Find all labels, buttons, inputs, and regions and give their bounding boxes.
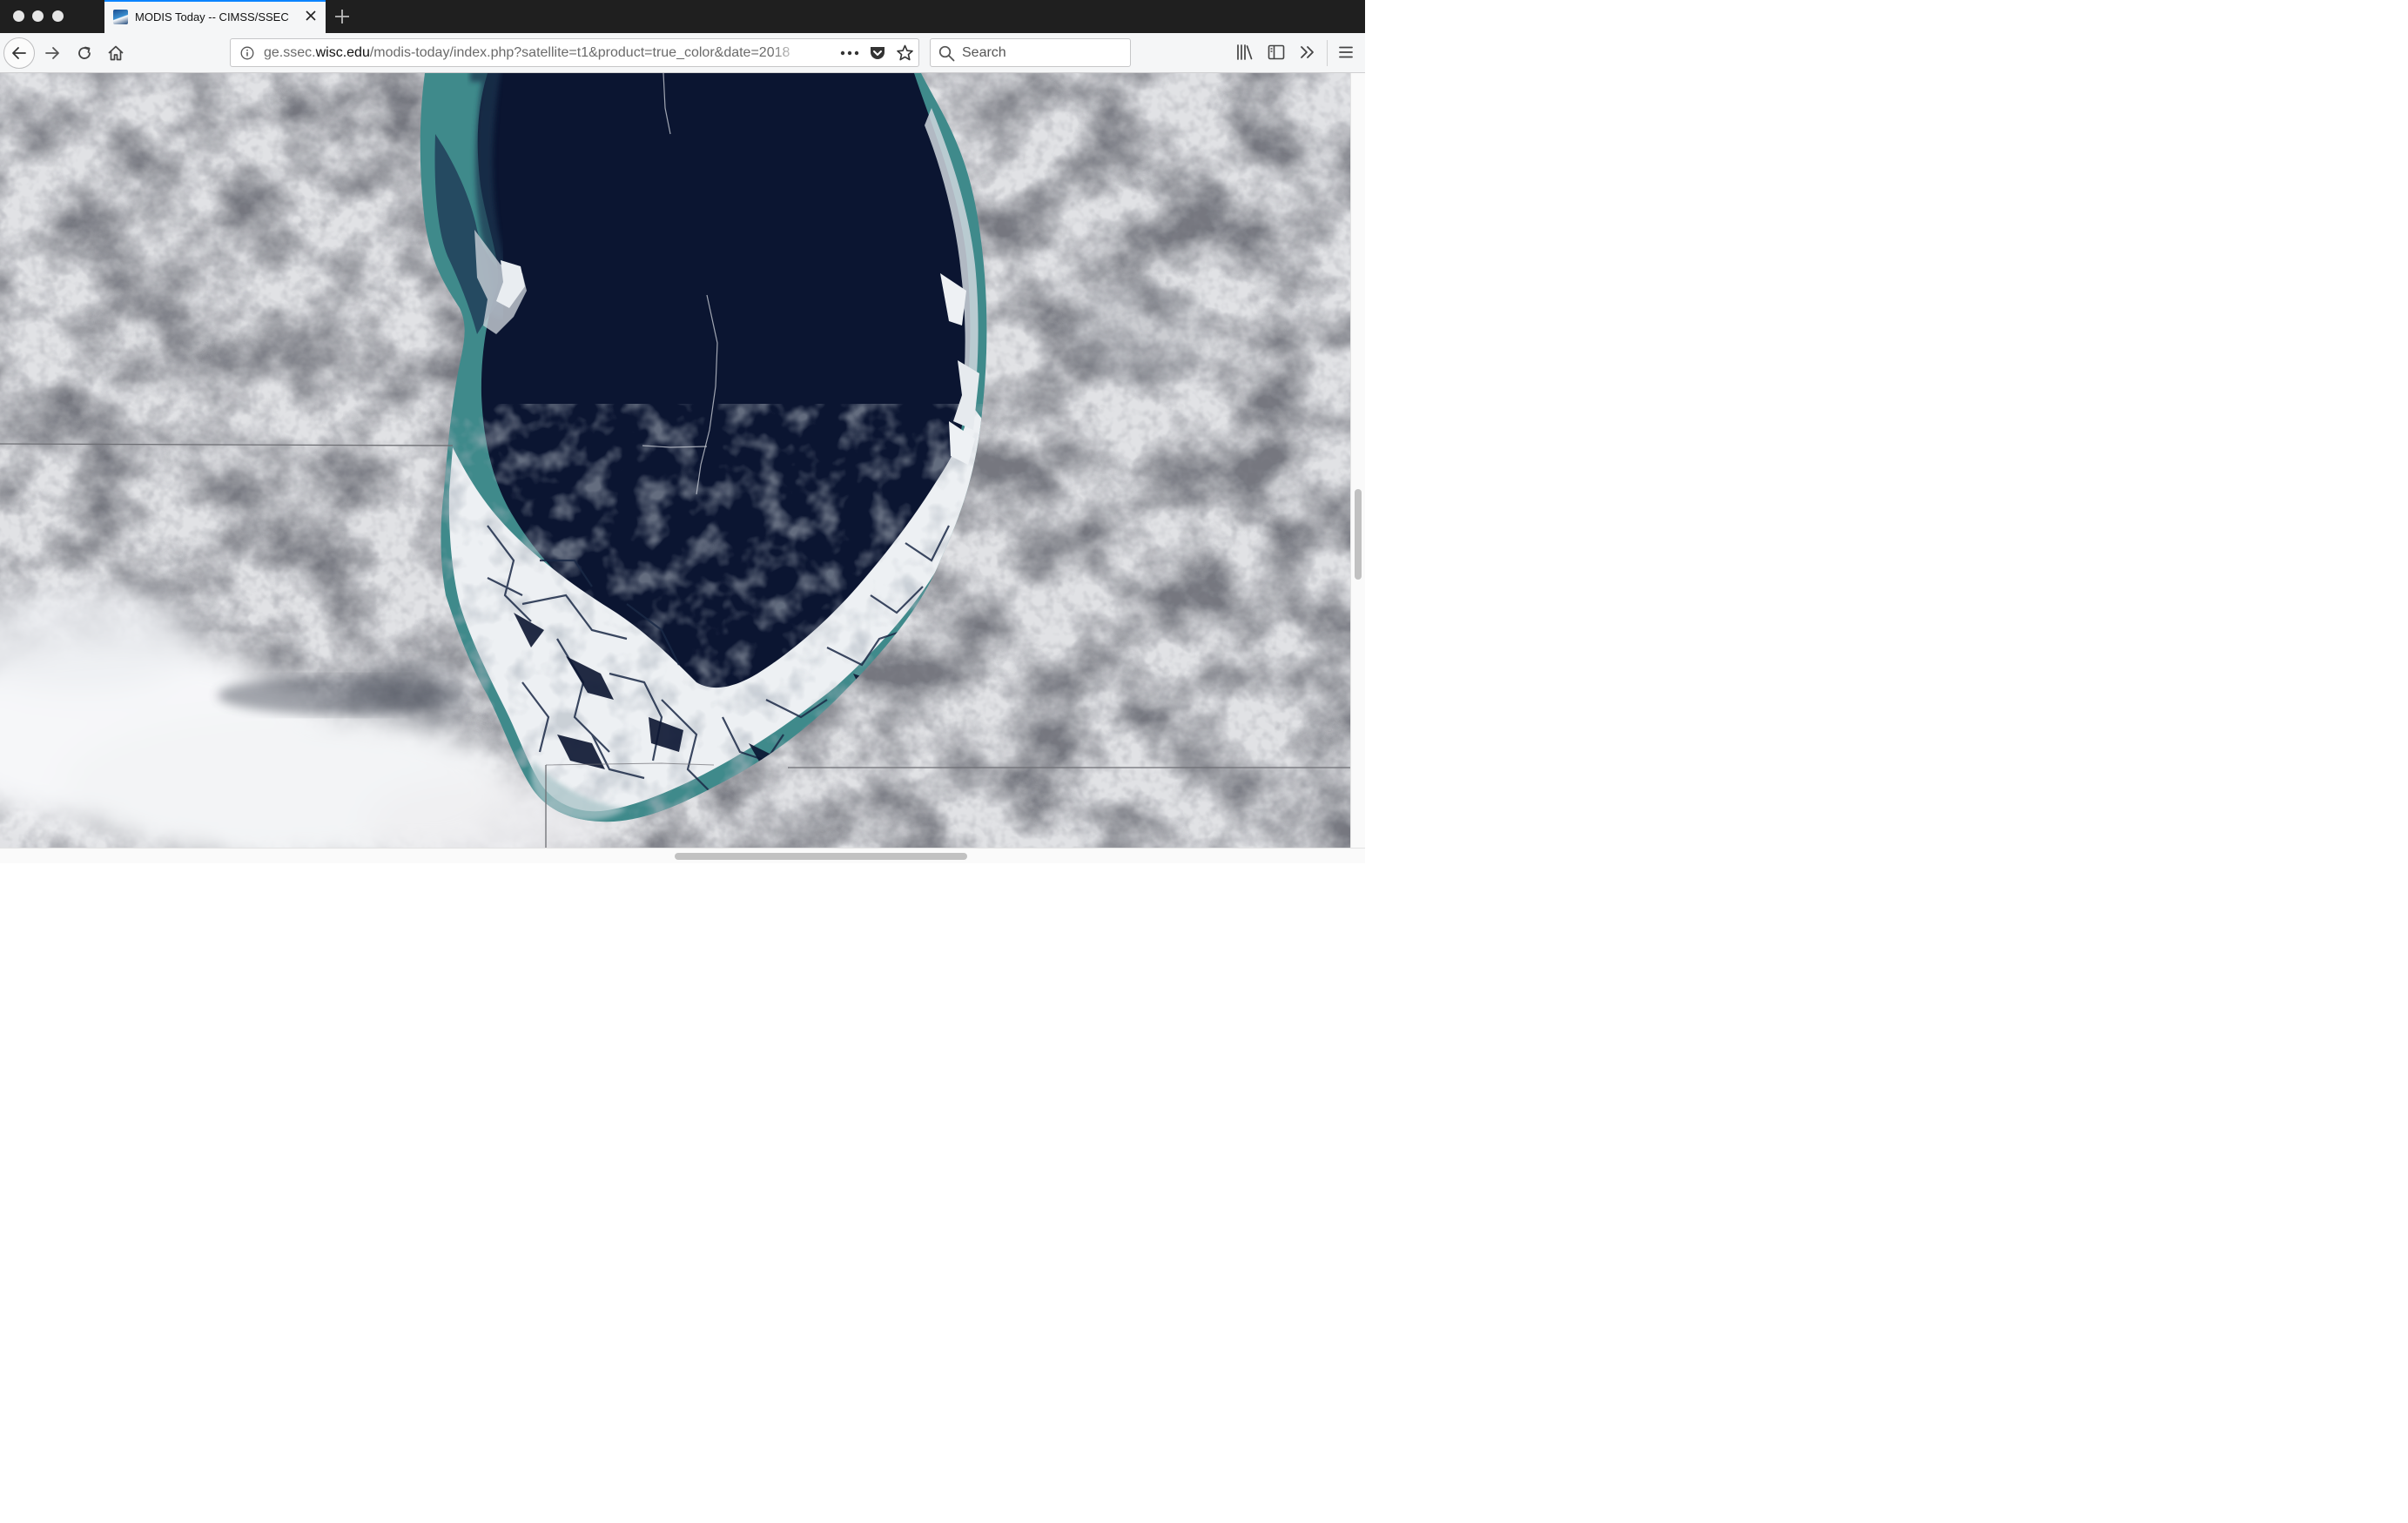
- forward-button[interactable]: [42, 43, 63, 64]
- window-maximize-button[interactable]: [52, 10, 64, 22]
- home-button[interactable]: [105, 43, 126, 64]
- library-icon[interactable]: [1236, 44, 1254, 60]
- cloud-shadow: [218, 676, 461, 715]
- search-placeholder: Search: [962, 45, 1006, 60]
- search-bar[interactable]: Search: [930, 38, 1131, 67]
- vertical-scrollbar[interactable]: [1350, 73, 1365, 848]
- sidebar-icon[interactable]: [1268, 44, 1285, 60]
- url-text[interactable]: ge.ssec.wisc.edu/modis-today/index.php?s…: [264, 45, 804, 61]
- navigation-toolbar: ge.ssec.wisc.edu/modis-today/index.php?s…: [0, 33, 1365, 73]
- back-arrow-icon: [12, 47, 26, 59]
- url-host: wisc.edu: [315, 45, 370, 60]
- hamburger-menu-icon[interactable]: [1338, 45, 1354, 59]
- bookmark-star-icon[interactable]: [896, 44, 914, 62]
- search-icon: [938, 45, 955, 62]
- window-minimize-button[interactable]: [32, 10, 44, 22]
- horizontal-scroll-thumb[interactable]: [675, 853, 967, 860]
- urban-area-east: [1071, 282, 1210, 386]
- url-path: /modis-today/index.php?satellite=t1&prod…: [369, 45, 790, 60]
- url-prefix: ge.ssec.: [264, 45, 316, 60]
- reload-button[interactable]: [74, 43, 95, 64]
- tab-title: MODIS Today -- CIMSS/SSEC: [135, 10, 289, 23]
- satellite-true-color-image: [0, 73, 1350, 848]
- home-icon: [108, 45, 124, 61]
- close-tab-icon[interactable]: [305, 10, 317, 22]
- reload-icon: [78, 46, 91, 59]
- vertical-scroll-thumb[interactable]: [1355, 489, 1362, 580]
- window-close-button[interactable]: [13, 10, 24, 22]
- new-tab-plus-icon[interactable]: [333, 8, 351, 25]
- tab-bar: MODIS Today -- CIMSS/SSEC: [0, 0, 1365, 33]
- url-bar[interactable]: ge.ssec.wisc.edu/modis-today/index.php?s…: [230, 38, 919, 67]
- page-actions-ellipsis-icon[interactable]: [840, 50, 859, 57]
- back-button[interactable]: [3, 37, 35, 69]
- active-tab[interactable]: MODIS Today -- CIMSS/SSEC: [104, 0, 326, 33]
- modis-favicon-icon: [113, 10, 128, 24]
- site-info-icon[interactable]: [240, 46, 254, 60]
- toolbar-divider: [1327, 40, 1328, 66]
- page-content[interactable]: [0, 73, 1350, 848]
- horizontal-scrollbar[interactable]: [0, 848, 1365, 863]
- overflow-chevron-icon[interactable]: [1300, 45, 1315, 59]
- forward-arrow-icon: [45, 47, 59, 59]
- pocket-icon[interactable]: [869, 45, 886, 62]
